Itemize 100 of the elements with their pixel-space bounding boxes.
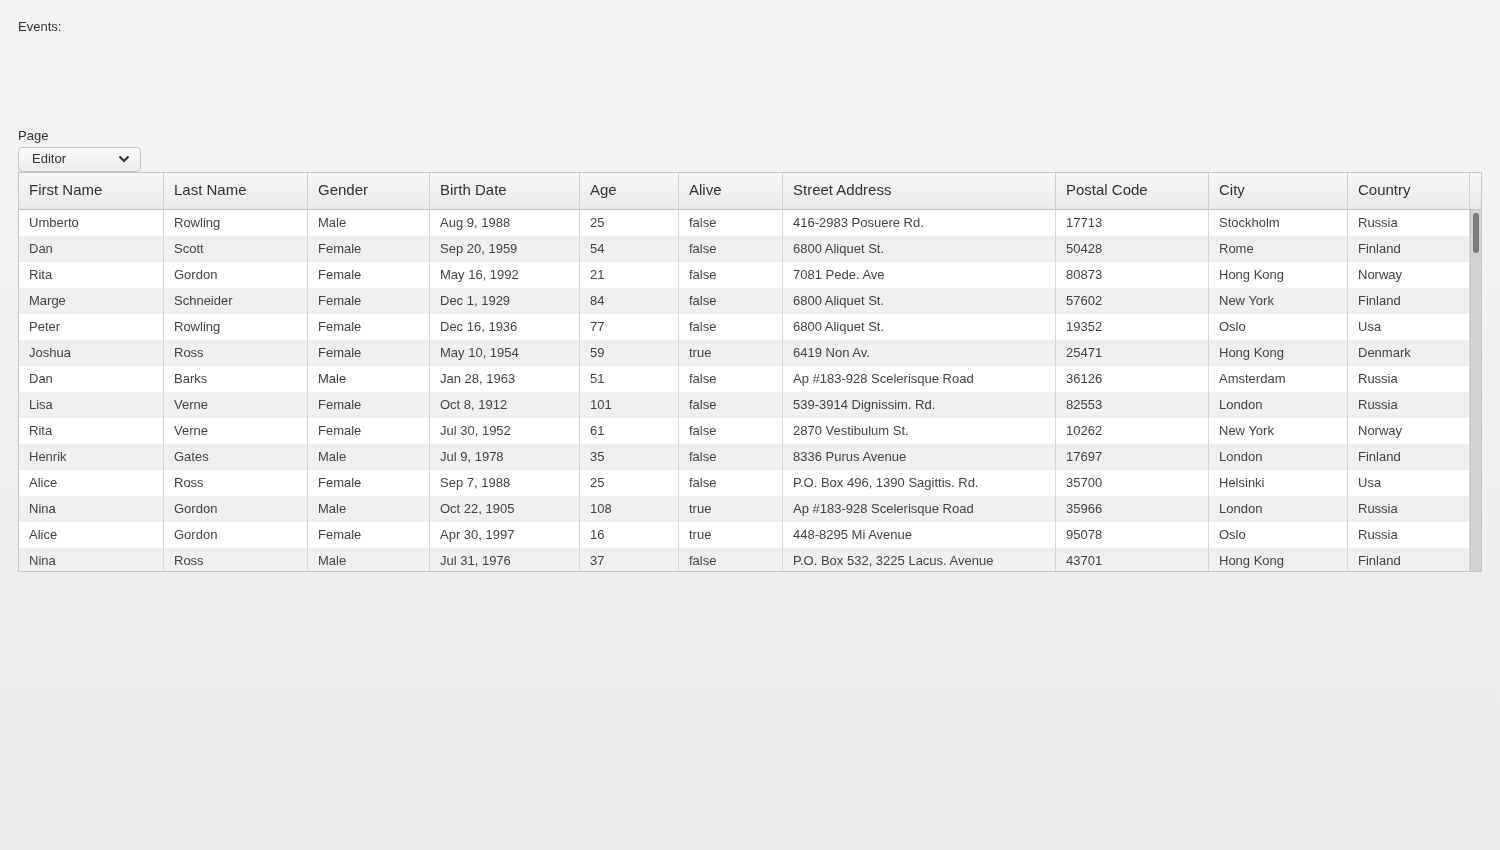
- table-row[interactable]: Marge Schneider Female Dec 1, 1929 84 false 6800 Aliquet St. 57602 New York Finland: [19, 287, 1470, 314]
- table-cell: 82553: [1056, 391, 1209, 418]
- table-cell: 36126: [1056, 365, 1209, 392]
- table-cell: true: [679, 339, 783, 366]
- table-cell: May 16, 1992: [430, 261, 580, 288]
- table-cell: Marge: [19, 287, 164, 314]
- table-cell: Jul 31, 1976: [430, 547, 580, 571]
- table-cell: 57602: [1056, 287, 1209, 314]
- table-cell: New York: [1209, 287, 1348, 314]
- column-header[interactable]: Street Address: [783, 172, 1056, 209]
- table-row[interactable]: Lisa Verne Female Oct 8, 1912 101 false 539-3914 Dignissim. Rd. 82553 London Russia: [19, 391, 1470, 418]
- table-cell: Gordon: [164, 261, 308, 288]
- table-cell: Dec 16, 1936: [430, 313, 580, 340]
- page-dropdown[interactable]: Editor: [18, 146, 141, 172]
- table-cell: Oslo: [1209, 313, 1348, 340]
- table-cell: 108: [580, 495, 679, 522]
- table-row[interactable]: Joshua Ross Female May 10, 1954 59 true 6419 Non Av. 25471 Hong Kong Denmark: [19, 339, 1470, 366]
- table-cell: Ap #183-928 Scelerisque Road: [783, 495, 1056, 522]
- table-cell: London: [1209, 391, 1348, 418]
- table-cell: Oslo: [1209, 521, 1348, 548]
- column-header[interactable]: City: [1209, 172, 1348, 209]
- table-cell: Hong Kong: [1209, 261, 1348, 288]
- table-cell: 54: [580, 235, 679, 262]
- table-cell: 50428: [1056, 235, 1209, 262]
- table-cell: 17697: [1056, 443, 1209, 470]
- table-cell: Male: [308, 209, 430, 236]
- table-cell: Female: [308, 235, 430, 262]
- column-header[interactable]: Alive: [679, 172, 783, 209]
- table-cell: May 10, 1954: [430, 339, 580, 366]
- table-cell: 35700: [1056, 469, 1209, 496]
- table-cell: Aug 9, 1988: [430, 209, 580, 236]
- table-row[interactable]: Henrik Gates Male Jul 9, 1978 35 false 8336 Purus Avenue 17697 London Finland: [19, 443, 1470, 470]
- table-cell: Scott: [164, 235, 308, 262]
- table-cell: false: [679, 209, 783, 236]
- table-cell: Oct 22, 1905: [430, 495, 580, 522]
- table-cell: 25471: [1056, 339, 1209, 366]
- table-cell: Umberto: [19, 209, 164, 236]
- table-cell: Gates: [164, 443, 308, 470]
- scrollbar-thumb[interactable]: [1473, 212, 1479, 253]
- column-header[interactable]: Last Name: [164, 172, 308, 209]
- table-cell: Ross: [164, 339, 308, 366]
- table-cell: 6800 Aliquet St.: [783, 235, 1056, 262]
- table-cell: Nina: [19, 495, 164, 522]
- table-cell: 6800 Aliquet St.: [783, 287, 1056, 314]
- column-header[interactable]: Gender: [308, 172, 430, 209]
- column-header[interactable]: Postal Code: [1056, 172, 1209, 209]
- chevron-down-icon: [118, 155, 130, 163]
- table-row[interactable]: Nina Gordon Male Oct 22, 1905 108 true Ap #183-928 Scelerisque Road 35966 London Russia: [19, 495, 1470, 522]
- table-cell: P.O. Box 532, 3225 Lacus. Avenue: [783, 547, 1056, 571]
- table-cell: P.O. Box 496, 1390 Sagittis. Rd.: [783, 469, 1056, 496]
- table-cell: 21: [580, 261, 679, 288]
- table-cell: Lisa: [19, 391, 164, 418]
- table-cell: Rita: [19, 261, 164, 288]
- table-cell: false: [679, 469, 783, 496]
- column-header[interactable]: Birth Date: [430, 172, 580, 209]
- table-cell: false: [679, 417, 783, 444]
- table-cell: 77: [580, 313, 679, 340]
- table-cell: false: [679, 443, 783, 470]
- table-cell: Female: [308, 287, 430, 314]
- table-cell: 101: [580, 391, 679, 418]
- table-cell: 25: [580, 209, 679, 236]
- scrollbar[interactable]: [1470, 209, 1481, 571]
- table-cell: true: [679, 521, 783, 548]
- table-cell: 51: [580, 365, 679, 392]
- table-cell: 43701: [1056, 547, 1209, 571]
- column-header[interactable]: First Name: [19, 172, 164, 209]
- table-cell: Hong Kong: [1209, 339, 1348, 366]
- table-cell: false: [679, 261, 783, 288]
- table-cell: Rome: [1209, 235, 1348, 262]
- table-cell: Ross: [164, 469, 308, 496]
- table-cell: Alice: [19, 521, 164, 548]
- column-header[interactable]: Country: [1348, 172, 1470, 209]
- table-cell: 6800 Aliquet St.: [783, 313, 1056, 340]
- table-cell: Rowling: [164, 209, 308, 236]
- table-cell: 539-3914 Dignissim. Rd.: [783, 391, 1056, 418]
- table-cell: 35966: [1056, 495, 1209, 522]
- table-cell: Male: [308, 365, 430, 392]
- table-cell: Henrik: [19, 443, 164, 470]
- table-cell: false: [679, 313, 783, 340]
- table-cell: Gordon: [164, 521, 308, 548]
- table-row[interactable]: Dan Scott Female Sep 20, 1959 54 false 6800 Aliquet St. 50428 Rome Finland: [19, 235, 1470, 262]
- table-cell: Nina: [19, 547, 164, 571]
- column-header[interactable]: Age: [580, 172, 679, 209]
- table-cell: 16: [580, 521, 679, 548]
- table-cell: Amsterdam: [1209, 365, 1348, 392]
- table-cell: 7081 Pede. Ave: [783, 261, 1056, 288]
- table-cell: Dec 1, 1929: [430, 287, 580, 314]
- table-cell: Rita: [19, 417, 164, 444]
- table-cell: 35: [580, 443, 679, 470]
- table-cell: false: [679, 391, 783, 418]
- table-cell: Male: [308, 443, 430, 470]
- table-cell: Female: [308, 469, 430, 496]
- table-cell: Jul 9, 1978: [430, 443, 580, 470]
- table-cell: Hong Kong: [1209, 547, 1348, 571]
- table-cell: Dan: [19, 365, 164, 392]
- table-cell: 416-2983 Posuere Rd.: [783, 209, 1056, 236]
- table-row[interactable]: Nina Ross Male Jul 31, 1976 37 false P.O. Box 532, 3225 Lacus. Avenue 43701 Hong Kong Finland: [19, 547, 1470, 571]
- table-cell: Sep 20, 1959: [430, 235, 580, 262]
- table-cell: Gordon: [164, 495, 308, 522]
- table-cell: Female: [308, 313, 430, 340]
